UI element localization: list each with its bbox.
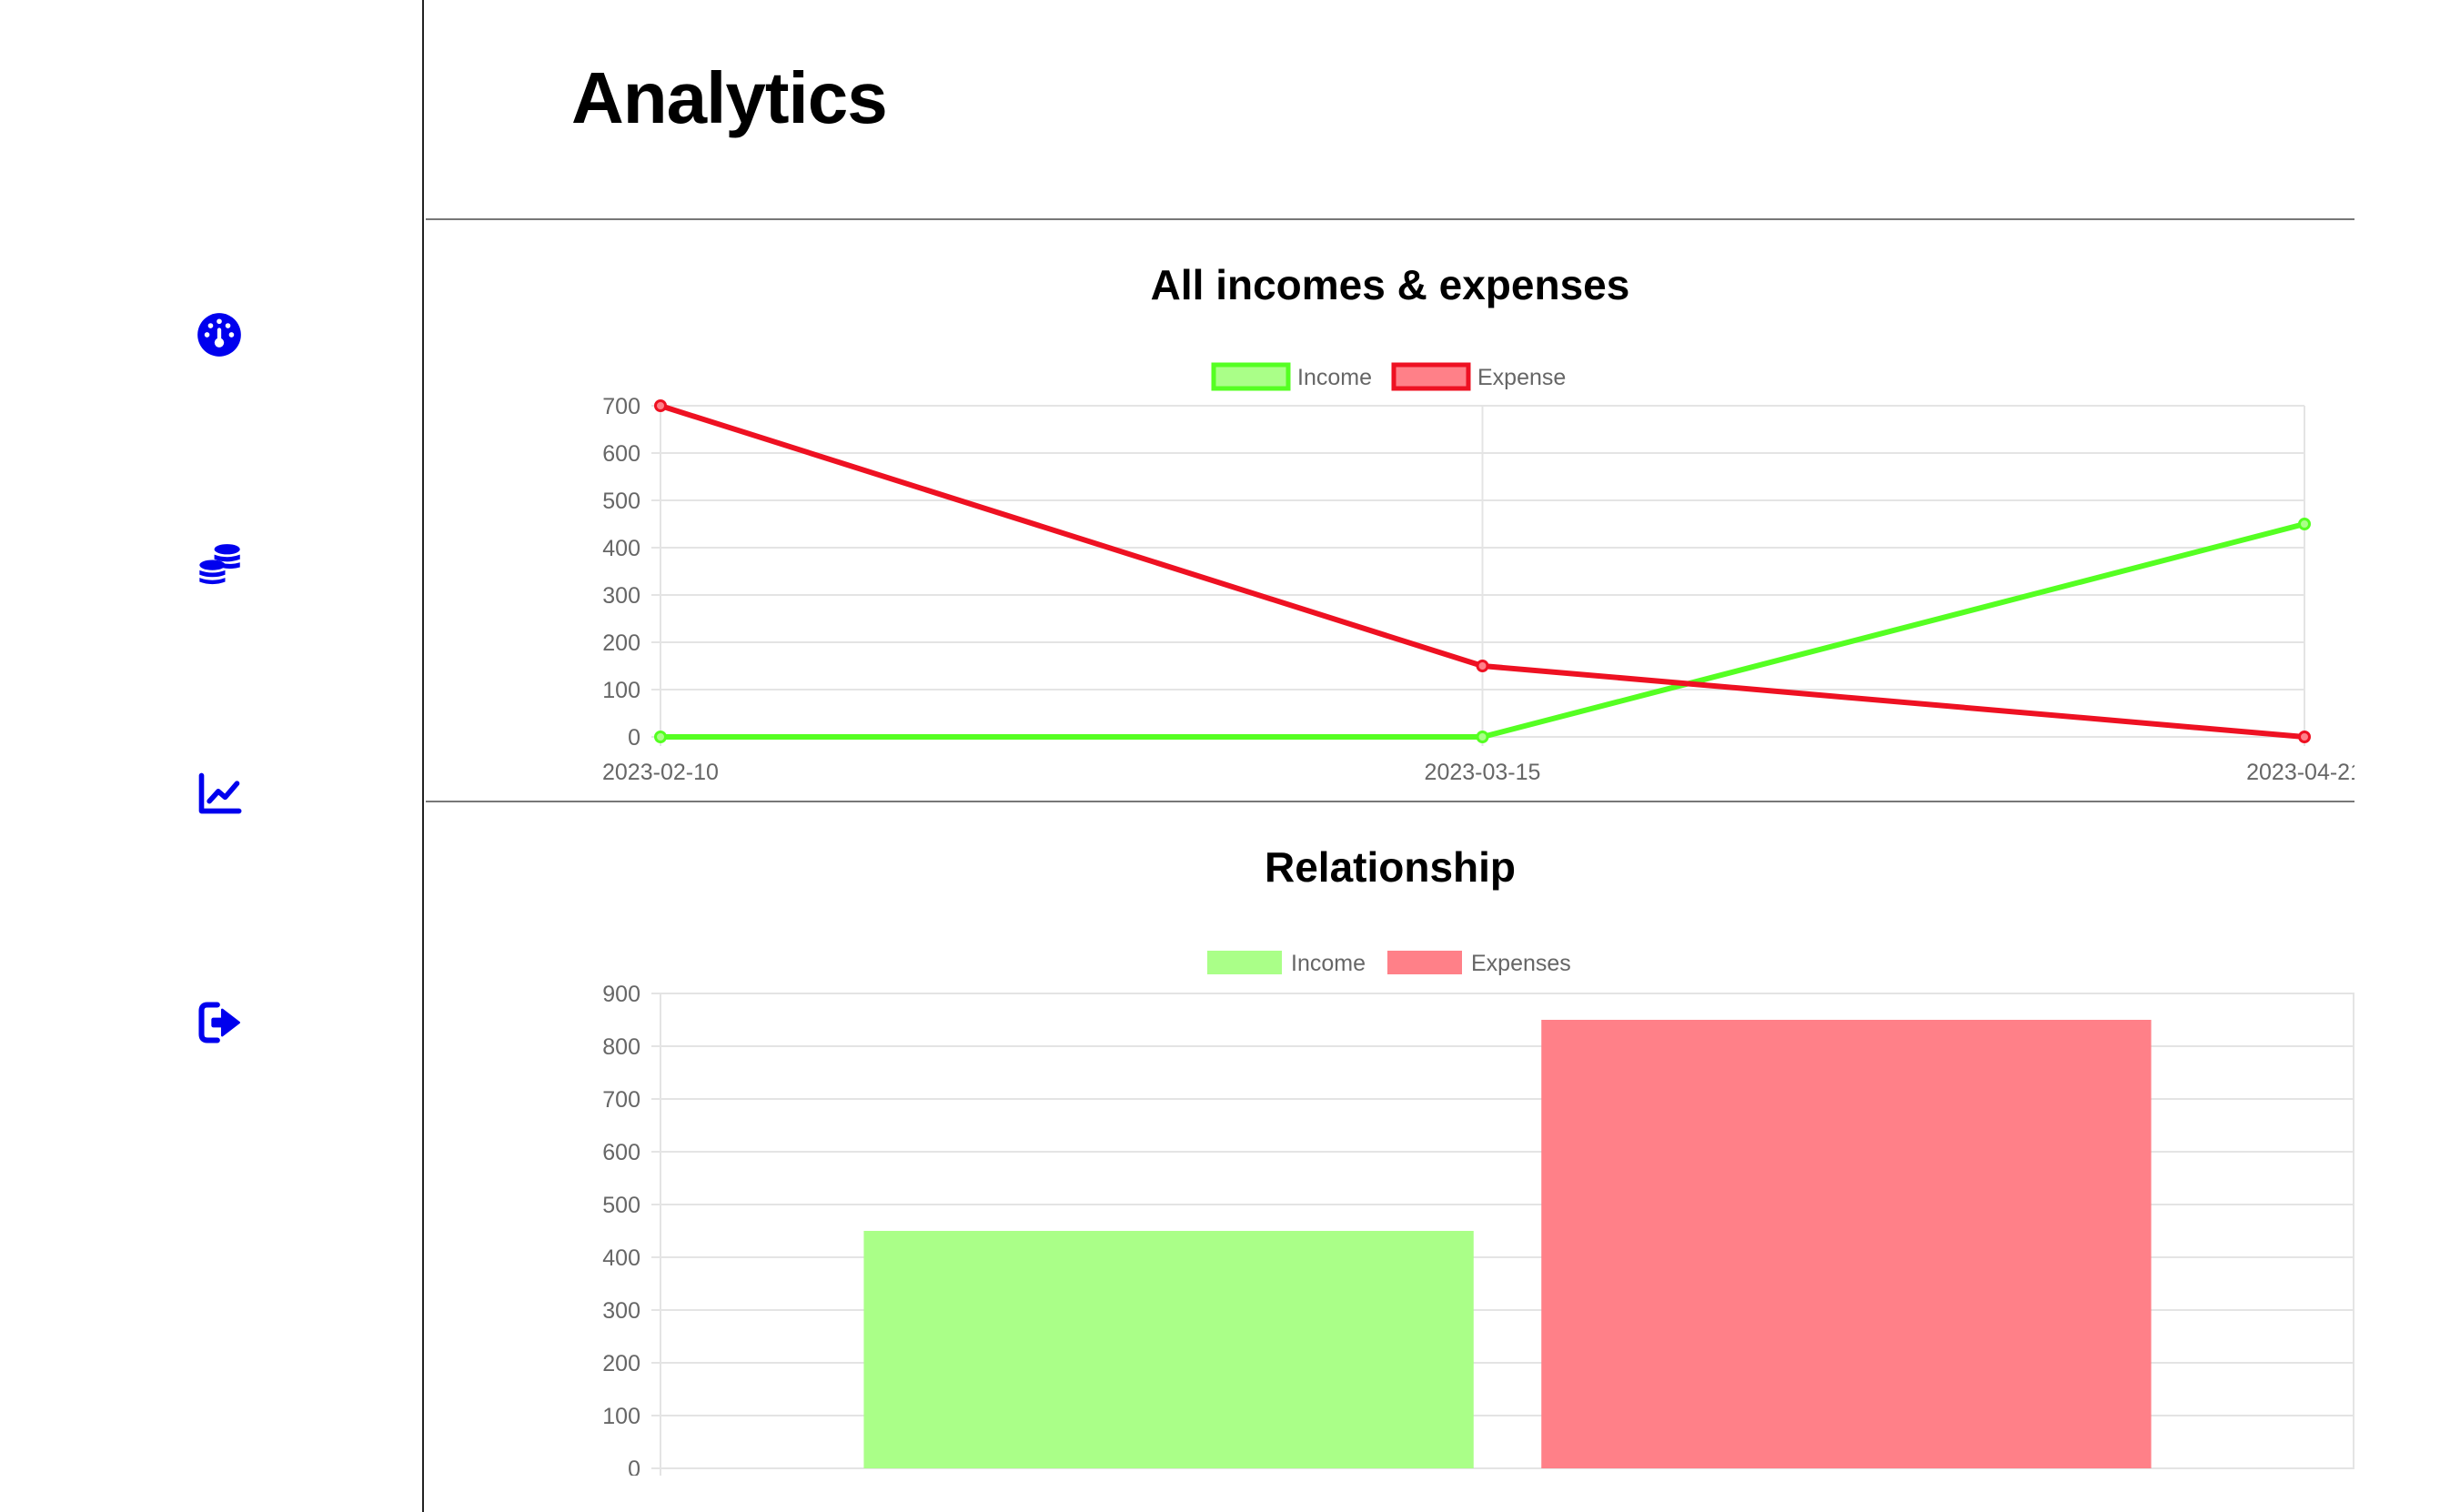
- line-chart-legend-label: Income: [1297, 365, 1372, 390]
- line-chart-legend-label: Expense: [1477, 365, 1566, 390]
- line-chart-y-tick-label: 400: [602, 536, 640, 561]
- coins-stack-icon: [199, 544, 240, 585]
- line-chart-title: All incomes & expenses: [1150, 261, 1630, 308]
- line-point-income: [654, 731, 667, 743]
- line-chart-y-tick-label: 100: [602, 678, 640, 703]
- line-chart-y-tick-label: 600: [602, 441, 640, 467]
- sidebar-item-analytics[interactable]: [192, 766, 247, 821]
- dashboard-gauge-icon: [197, 313, 241, 357]
- line-point-expense: [2298, 731, 2311, 743]
- line-chart-x-tick-label: 2023-02-10: [602, 760, 719, 782]
- line-chart-legend-swatch: [1211, 362, 1291, 391]
- bar-chart-legend-label: Income: [1291, 951, 1366, 976]
- sidebar-item-transactions[interactable]: [192, 537, 247, 591]
- line-chart-y-tick-label: 300: [602, 583, 640, 609]
- sidebar-item-logout[interactable]: [192, 995, 247, 1050]
- bar-chart-legend-swatch: [1207, 951, 1282, 974]
- line-point-income: [2298, 518, 2311, 530]
- bar-chart-y-tick-label: 800: [602, 1034, 640, 1060]
- bar-chart-y-tick-label: 700: [602, 1087, 640, 1113]
- sidebar: [0, 0, 424, 1512]
- bar-chart-y-tick-label: 500: [602, 1193, 640, 1218]
- line-point-expense: [1476, 660, 1489, 672]
- section-divider: [426, 801, 2354, 802]
- line-chart-y-tick-label: 500: [602, 489, 640, 514]
- line-chart-x-tick-label: 2023-03-15: [1425, 760, 1541, 782]
- sidebar-item-dashboard[interactable]: [192, 307, 247, 362]
- bar-chart-legend-swatch: [1387, 951, 1462, 974]
- bar-chart: 0 100 200 300 400 500 600 700 800 900 Income Expens…: [602, 951, 2354, 1476]
- bar-expenses: [1541, 1020, 2152, 1468]
- line-chart-y-tick-label: 0: [628, 725, 640, 751]
- page-title: Analytics: [571, 57, 888, 138]
- main-content: Analytics All incomes & expenses 0 100 200…: [426, 0, 2354, 1512]
- line-chart-icon: [198, 772, 242, 814]
- bar-chart-y-tick-label: 0: [628, 1457, 640, 1476]
- bar-chart-legend-label: Expenses: [1471, 951, 1571, 976]
- bar-chart-y-tick-label: 100: [602, 1404, 640, 1429]
- bar-chart-y-tick-label: 600: [602, 1140, 640, 1165]
- bar-chart-y-tick-label: 900: [602, 982, 640, 1007]
- bar-chart-y-tick-label: 300: [602, 1298, 640, 1324]
- bar-income: [863, 1231, 1474, 1468]
- line-point-income: [1476, 731, 1489, 743]
- sign-out-icon: [198, 1002, 240, 1043]
- line-chart-x-tick-label: 2023-04-21: [2246, 760, 2354, 782]
- line-chart-y-tick-label: 200: [602, 630, 640, 656]
- line-chart: 0 100 200 300 400 500 600 700 2023-02-10 2023-03-…: [602, 362, 2354, 782]
- line-chart-legend-swatch: [1391, 362, 1471, 391]
- line-chart-y-tick-label: 700: [602, 394, 640, 419]
- bar-chart-y-tick-label: 200: [602, 1351, 640, 1376]
- header-divider: [426, 218, 2354, 220]
- bar-chart-title: Relationship: [1264, 843, 1517, 891]
- bar-chart-y-tick-label: 400: [602, 1245, 640, 1271]
- line-point-expense: [654, 399, 667, 412]
